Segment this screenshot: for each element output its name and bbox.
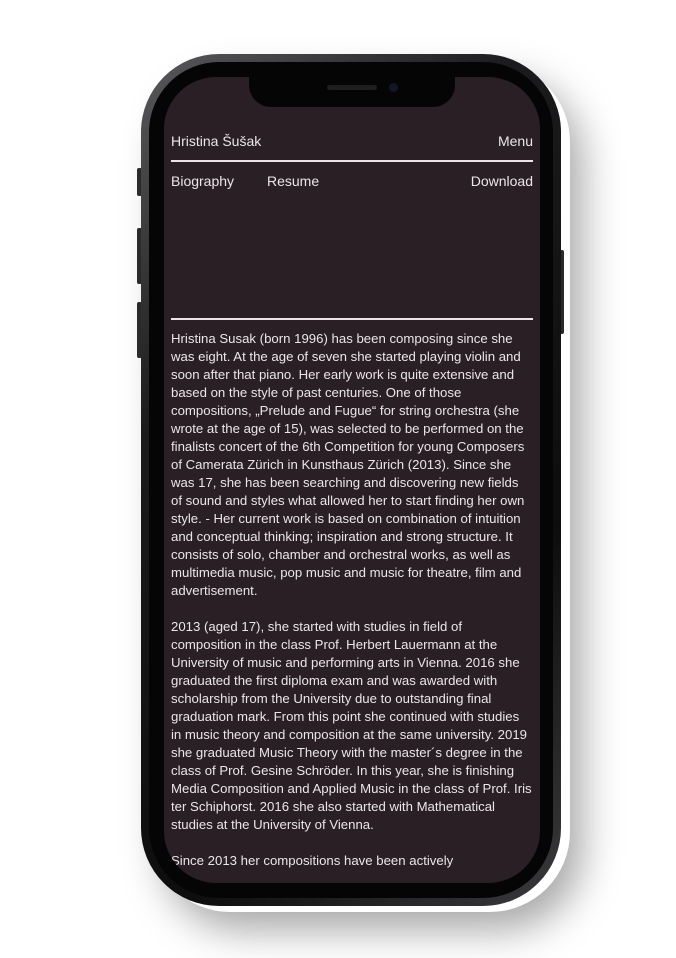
front-camera-icon [389, 83, 398, 92]
nav-download-link[interactable]: Download [471, 173, 533, 189]
top-bar: Hristina Šušak Menu [171, 133, 533, 153]
nav-divider [171, 318, 533, 320]
speaker-grille-icon [327, 85, 377, 90]
bio-paragraph-2: 2013 (aged 17), she started with studies… [171, 619, 532, 832]
site-title-link[interactable]: Hristina Šušak [171, 133, 261, 149]
menu-button[interactable]: Menu [498, 133, 533, 149]
mockup-stage: Hristina Šušak Menu Biography Resume Dow… [0, 0, 676, 958]
nav-resume-link[interactable]: Resume [267, 173, 319, 189]
phone-notch [249, 77, 455, 107]
biography-text: Hristina Susak (born 1996) has been comp… [171, 330, 533, 883]
section-nav: Biography Resume Download [171, 173, 533, 193]
header-divider [171, 160, 533, 162]
nav-biography-link[interactable]: Biography [171, 173, 234, 189]
bio-paragraph-3: Since 2013 her compositions have been ac… [171, 853, 454, 868]
phone-screen: Hristina Šušak Menu Biography Resume Dow… [164, 77, 540, 883]
bio-paragraph-1: Hristina Susak (born 1996) has been comp… [171, 331, 525, 598]
